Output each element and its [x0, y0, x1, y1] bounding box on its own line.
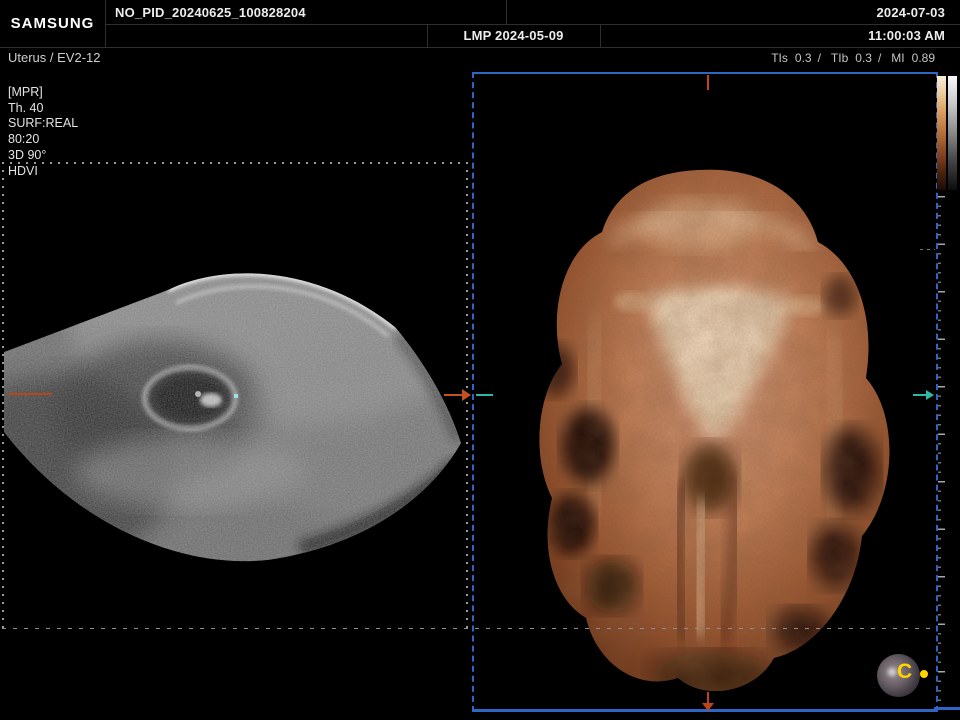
c-plane-indicator: C — [897, 661, 912, 683]
exam-date: 2024-07-03 — [877, 0, 946, 24]
header-divider — [105, 24, 960, 25]
reference-dash-marker — [920, 249, 935, 250]
render-roi-box[interactable] — [472, 72, 938, 712]
depth-ruler — [938, 196, 946, 708]
lmp-field: LMP 2024-05-09 — [427, 24, 600, 47]
header-divider — [600, 24, 601, 47]
header-divider — [0, 47, 960, 48]
mpr-axis-arrow-teal-right[interactable] — [913, 394, 927, 396]
orientation-dot-icon — [920, 670, 928, 678]
parameter-item: 3D 90° — [8, 148, 78, 164]
mi-value: 0.89 — [912, 51, 935, 65]
samsung-logo: SAMSUNG — [0, 0, 105, 47]
render-direction-tick-top — [707, 75, 709, 90]
colorbar-sepia — [937, 76, 946, 190]
header-divider — [427, 24, 428, 47]
parameter-item: [MPR] — [8, 85, 78, 101]
safety-separator: / — [818, 51, 821, 65]
orientation-ball-highlight — [888, 668, 896, 676]
render-parameters: [MPR] Th. 40 SURF:REAL 80:20 3D 90° HDVI — [8, 85, 78, 179]
tib-value: 0.3 — [855, 51, 872, 65]
exam-time: 11:00:03 AM — [868, 24, 945, 47]
patient-id: NO_PID_20240625_100828204 — [115, 0, 306, 24]
colorbar-gray — [948, 76, 957, 190]
safety-indices: TIs 0.3 / TIb 0.3 / MI 0.89 — [0, 51, 935, 65]
mpr-axis-line-teal[interactable] — [476, 394, 493, 396]
mi-label: MI — [891, 51, 904, 65]
header-divider — [105, 0, 106, 47]
ultrasound-screen: SAMSUNG NO_PID_20240625_100828204 2024-0… — [0, 0, 960, 720]
parameter-item: Th. 40 — [8, 101, 78, 117]
mpr-roi-edge-left[interactable] — [2, 162, 4, 628]
safety-separator: / — [878, 51, 881, 65]
mpr-axis-arrow-teal-head — [926, 390, 934, 400]
mpr-axis-arrow-orange-head — [462, 389, 471, 401]
parameter-item: SURF:REAL — [8, 116, 78, 132]
header-divider — [506, 0, 507, 24]
parameter-item: 80:20 — [8, 132, 78, 148]
ultrasound-2d-image[interactable] — [0, 248, 470, 580]
mpr-axis-arrow-orange[interactable] — [444, 394, 463, 396]
tis-label: TIs — [771, 51, 788, 65]
measurement-cursor-dot[interactable] — [234, 394, 238, 398]
focus-depth-marker[interactable] — [8, 393, 52, 395]
parameter-item: HDVI — [8, 164, 78, 180]
tib-label: TIb — [831, 51, 848, 65]
tis-value: 0.3 — [795, 51, 812, 65]
render-direction-arrow-head — [702, 703, 714, 711]
header-bar: SAMSUNG NO_PID_20240625_100828204 2024-0… — [0, 0, 960, 47]
